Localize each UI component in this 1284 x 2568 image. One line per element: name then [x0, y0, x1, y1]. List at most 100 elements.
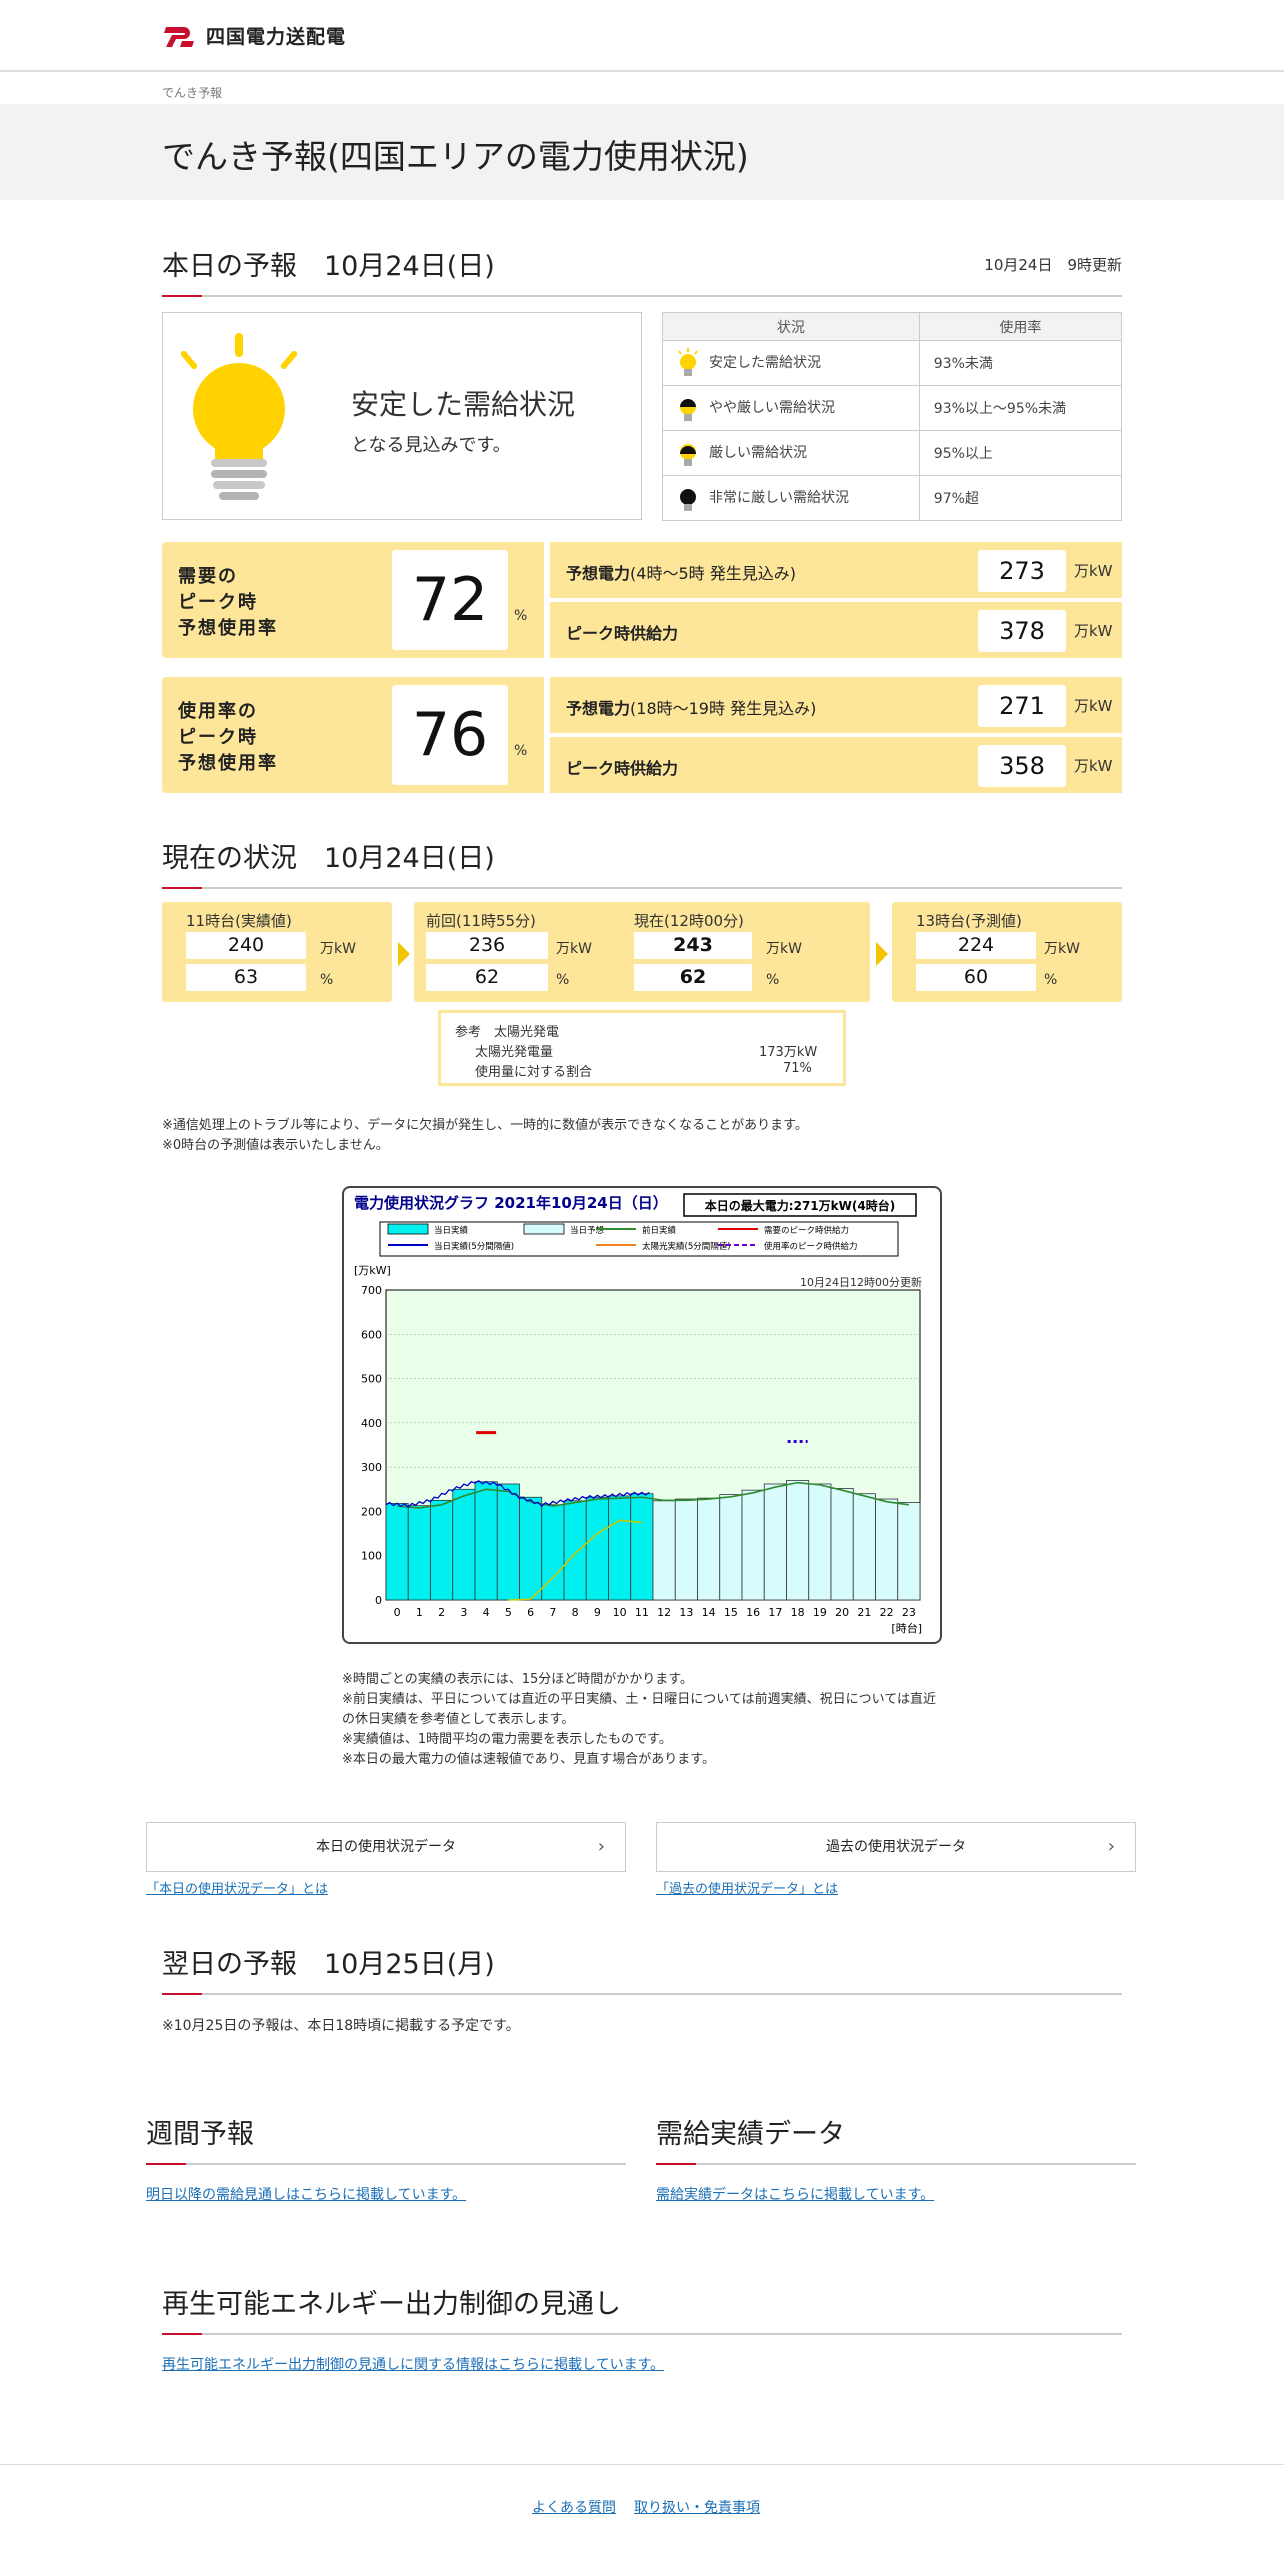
title-bar: でんき予報(四国エリアの電力使用状況): [0, 104, 1284, 200]
today-heading-block: 本日の予報 10月24日(日) 10月24日 9時更新: [162, 244, 1122, 297]
note-line: ※実績値は、1時間平均の電力需要を表示したものです。: [342, 1732, 672, 1747]
forecast-demand-label: 予想電力: [566, 564, 631, 583]
supply-heading-block: 需給実績データ: [656, 2112, 1136, 2165]
forecast-demand-row: 予想電力(18時～19時 発生見込み) 271 万kW: [550, 677, 1122, 733]
kw-unit: 万kW: [766, 941, 802, 957]
legend-status: 安定した需給状況: [709, 355, 821, 371]
chevron-right-icon: ›: [597, 1836, 605, 1857]
x-tick-label: 0: [394, 1606, 401, 1619]
note-line: ※通信処理上のトラブル等により、データに欠損が発生し、一時的に数値が表示できなく…: [162, 1118, 808, 1133]
bar-forecast: [808, 1483, 832, 1601]
today-data-button[interactable]: 本日の使用状況データ ›: [146, 1822, 626, 1872]
kw-value: 224: [916, 932, 1036, 959]
usage-chart-frame: 電力使用状況グラフ 2021年10月24日（日） 本日の最大電力:271万kW(4…: [342, 1186, 942, 1644]
past-data-link[interactable]: 「過去の使用状況データ」とは: [656, 1878, 838, 1897]
bar-actual: [608, 1495, 632, 1601]
note-line: ※0時台の予測値は表示いたしません。: [162, 1138, 389, 1153]
chevron-right-icon: ›: [1107, 1836, 1115, 1857]
past-data-button[interactable]: 過去の使用状況データ ›: [656, 1822, 1136, 1872]
legend-header-rate: 使用率: [918, 312, 1123, 341]
disclaimer-link[interactable]: 取り扱い・免責事項: [634, 2497, 760, 2517]
pct-unit: %: [514, 608, 528, 624]
bar-actual: [563, 1500, 587, 1601]
legend-row: 非常に厳しい需給状況 97%超: [662, 475, 1123, 521]
x-tick-label: 14: [702, 1606, 716, 1619]
forecast-supply-label: ピーク時供給力: [566, 759, 679, 778]
arrow-right-icon: [876, 942, 888, 966]
usage-chart: 電力使用状況グラフ 2021年10月24日（日） 本日の最大電力:271万kW(4…: [354, 1193, 922, 1635]
legend-label: 使用率のピーク時供給力: [764, 1241, 858, 1252]
legend-header-row: 状況 使用率: [662, 312, 1123, 341]
legend-label: 太陽光実績(5分間隔値): [642, 1241, 731, 1252]
bar-forecast: [830, 1487, 854, 1601]
legend-status-cell: やや厳しい需給状況: [662, 385, 920, 431]
breadcrumb[interactable]: でんき予報: [162, 84, 222, 101]
company-logo[interactable]: 四国電力送配電: [162, 22, 346, 49]
x-tick-label: 15: [724, 1606, 738, 1619]
logo-text: 四国電力送配電: [206, 26, 347, 48]
legend-row: 安定した需給状況 93%未満: [662, 340, 1123, 386]
pct-unit: %: [514, 743, 528, 759]
chart-update-label: 10月24日12時00分更新: [800, 1275, 922, 1289]
panel-title: 13時台(予測値): [916, 912, 1022, 930]
forecast-demand-value: 271: [978, 685, 1066, 727]
bar-forecast: [852, 1493, 876, 1601]
x-tick-label: 21: [857, 1606, 871, 1619]
renewable-heading: 再生可能エネルギー出力制御の見通し: [162, 2289, 621, 2320]
tomorrow-heading: 翌日の予報 10月25日(月): [162, 1949, 495, 1980]
bar-forecast: [786, 1480, 810, 1601]
solar-gen-value: 173万kW: [759, 1045, 818, 1060]
forecast-demand-label-wrap: 予想電力(4時～5時 発生見込み): [566, 560, 796, 584]
kw-unit: 万kW: [556, 941, 592, 957]
kw-unit: 万kW: [1044, 941, 1080, 957]
pct-value-now: 62: [634, 964, 752, 991]
weekly-heading: 週間予報: [146, 2119, 254, 2150]
legend-swatch: [387, 1223, 429, 1235]
forecast-demand-note: (18時～19時 発生見込み): [630, 699, 817, 718]
x-tick-label: 20: [835, 1606, 849, 1619]
kw-unit: 万kW: [1074, 757, 1113, 775]
y-tick-label: 0: [375, 1594, 382, 1607]
bar-actual: [385, 1503, 409, 1601]
legend-label: 当日実績(5分間隔値): [434, 1241, 514, 1252]
legend-status: やや厳しい需給状況: [709, 400, 835, 416]
site-footer: よくある質問 取り扱い・免責事項: [0, 2464, 1284, 2568]
bar-actual: [585, 1496, 609, 1601]
forecast-supply-label: ピーク時供給力: [566, 624, 679, 643]
legend-status: 厳しい需給状況: [709, 445, 807, 461]
bar-actual: [407, 1505, 431, 1601]
x-tick-label: 4: [483, 1606, 490, 1619]
x-tick-label: 17: [768, 1606, 782, 1619]
today-data-link[interactable]: 「本日の使用状況データ」とは: [146, 1878, 328, 1897]
solar-gen-label: 太陽光発電量: [475, 1045, 554, 1060]
x-tick-label: 8: [572, 1606, 579, 1619]
x-tick-label: 1: [416, 1606, 423, 1619]
y-tick-label: 200: [361, 1505, 382, 1518]
pct-value: 62: [426, 964, 548, 991]
legend-header-status: 状況: [662, 312, 920, 341]
lightbulb-half-icon: [680, 399, 696, 421]
legend-status-cell: 安定した需給状況: [662, 340, 920, 386]
pct-unit: %: [766, 972, 780, 988]
tomorrow-heading-block: 翌日の予報 10月25日(月): [162, 1942, 1122, 1995]
legend-label: 需要のピーク時供給力: [764, 1225, 849, 1236]
x-tick-label: 18: [791, 1606, 805, 1619]
faq-link[interactable]: よくある質問: [532, 2497, 616, 2517]
forecast-demand-row: 予想電力(4時～5時 発生見込み) 273 万kW: [550, 542, 1122, 598]
weekly-link[interactable]: 明日以降の需給見通しはこちらに掲載しています。: [146, 2184, 466, 2204]
renewable-link[interactable]: 再生可能エネルギー出力制御の見通しに関する情報はこちらに掲載しています。: [162, 2354, 664, 2374]
y-tick-label: 300: [361, 1461, 382, 1474]
legend-rate: 93%未満: [918, 340, 1123, 386]
legend-label: 当日実績: [434, 1225, 469, 1236]
solar-ratio-label: 使用量に対する割合: [475, 1065, 593, 1080]
pct-unit: %: [1044, 972, 1058, 988]
supply-link[interactable]: 需給実績データはこちらに掲載しています。: [656, 2184, 934, 2204]
lightbulb-icon: [678, 348, 698, 376]
bar-forecast: [897, 1502, 921, 1601]
supply-heading: 需給実績データ: [656, 2119, 845, 2150]
legend-rate: 93%以上～95%未満: [918, 385, 1123, 431]
solar-title: 参考 太陽光発電: [455, 1025, 560, 1040]
kw-value-now: 243: [634, 932, 752, 959]
forecast-usage-rate: 72: [392, 550, 508, 650]
legend-rate: 95%以上: [918, 430, 1123, 476]
